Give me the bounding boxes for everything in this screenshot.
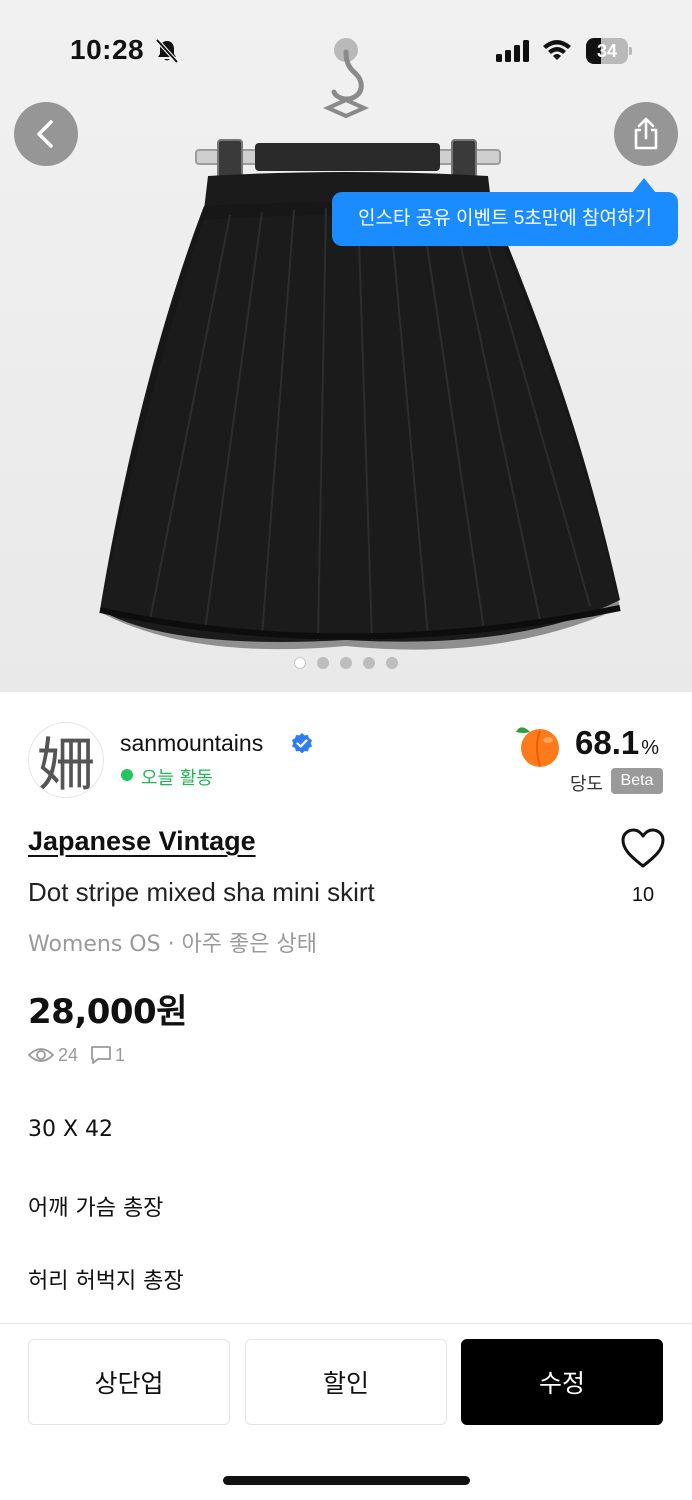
description-line: 어깨 가슴 총장 (28, 1196, 164, 1221)
product-title: Dot stripe mixed sha mini skirt (28, 877, 375, 907)
product-meta: Womens OS · 아주 좋은 상태 (28, 932, 317, 957)
beta-badge: Beta (611, 768, 663, 794)
eye-icon (28, 1048, 54, 1062)
product-price: 28,000원 (28, 992, 187, 1032)
hanger-grip (255, 143, 440, 171)
sweetness-score-unit: % (641, 737, 660, 759)
status-bar: 10:28 34 (0, 0, 692, 100)
seller-name[interactable]: sanmountains (120, 730, 263, 757)
signal-icon (496, 40, 529, 62)
description-line: 30 X 42 (28, 1117, 114, 1142)
battery-percent: 34 (596, 41, 618, 61)
share-button[interactable] (614, 102, 678, 166)
pagination-dot-3[interactable] (340, 657, 352, 669)
share-icon (634, 117, 658, 150)
comment-count: 1 (115, 1044, 126, 1065)
battery-icon: 34 (586, 38, 632, 64)
product-image-gallery[interactable] (0, 0, 692, 692)
edit-button[interactable]: 수정 (461, 1339, 663, 1425)
like-count: 10 (631, 884, 655, 906)
pagination-dot-4[interactable] (363, 657, 375, 669)
bottom-divider (0, 1323, 692, 1324)
bump-button[interactable]: 상단업 (28, 1339, 230, 1425)
bell-slash-icon (155, 38, 179, 64)
back-button[interactable] (14, 102, 78, 166)
view-count: 24 (58, 1044, 79, 1065)
brand-link[interactable]: Japanese Vintage (28, 826, 256, 857)
comment-icon (91, 1046, 111, 1064)
pagination-dot-2[interactable] (317, 657, 329, 669)
description-line: 허리 허벅지 총장 (28, 1269, 184, 1294)
hanger-arm (323, 97, 369, 119)
sweetness-label: 당도 (570, 774, 604, 795)
seller-row[interactable]: 姍 sanmountains 오늘 활동 68.1% 당도 Beta (0, 712, 692, 812)
heart-icon (621, 828, 665, 868)
pagination-dot-5[interactable] (386, 657, 398, 669)
activity-indicator (121, 769, 133, 781)
seller-avatar[interactable]: 姍 (28, 722, 104, 798)
home-indicator[interactable] (223, 1476, 470, 1485)
battery-cap (629, 47, 632, 55)
peach-icon (516, 727, 559, 767)
product-stats: 24 1 (28, 1042, 125, 1068)
wifi-icon (543, 40, 571, 60)
share-event-tooltip[interactable]: 인스타 공유 이벤트 5초만에 참여하기 (332, 192, 678, 246)
pagination-dot-1[interactable] (294, 657, 306, 669)
chevron-left-icon (37, 120, 53, 148)
sweetness-score: 68.1% (575, 724, 659, 762)
verified-badge-icon (292, 733, 312, 754)
gallery-pagination[interactable] (0, 657, 692, 669)
status-time: 10:28 (70, 34, 145, 65)
product-photo (99, 38, 621, 650)
like-button[interactable]: 10 (616, 826, 670, 916)
seller-activity: 오늘 활동 (141, 768, 213, 789)
sweetness-score-value: 68.1 (575, 724, 640, 761)
share-tooltip-arrow (632, 178, 656, 193)
discount-button[interactable]: 할인 (245, 1339, 447, 1425)
